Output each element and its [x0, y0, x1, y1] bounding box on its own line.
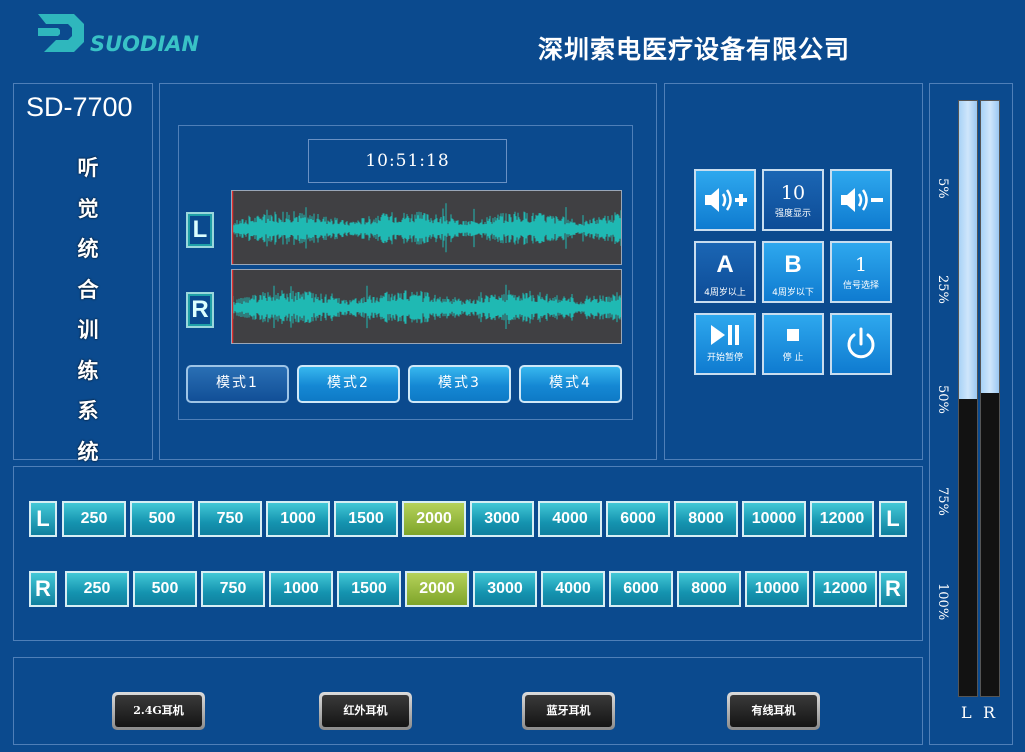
left-freq-250-button[interactable]: 250	[62, 501, 126, 537]
power-button[interactable]	[830, 313, 892, 375]
right-freq-4000-button[interactable]: 4000	[541, 571, 605, 607]
stop-button[interactable]: 停 止	[762, 313, 824, 375]
title-char: 系	[77, 398, 99, 423]
title-char: 统	[77, 438, 99, 464]
right-freq-250-button[interactable]: 250	[65, 571, 129, 607]
title-char: 合	[77, 276, 99, 302]
meter-scale-5: 5%	[935, 178, 950, 199]
right-freq-6000-button[interactable]: 6000	[609, 571, 673, 607]
meter-scale-50: 50%	[935, 385, 950, 414]
mode-3-button[interactable]: 模式3	[408, 365, 511, 403]
meter-scale-75: 75%	[935, 487, 950, 516]
frequency-panel	[13, 466, 923, 641]
left-freq-3000-button[interactable]: 3000	[470, 501, 534, 537]
logo-text: SUODIAN	[90, 32, 200, 56]
earphone-wired-button[interactable]: 有线耳机	[727, 692, 820, 730]
speaker-minus-icon	[841, 188, 883, 212]
stop-label: 停 止	[782, 353, 804, 363]
right-freq-500-button[interactable]: 500	[133, 571, 197, 607]
right-freq-3000-button[interactable]: 3000	[473, 571, 537, 607]
right-level-fill	[981, 101, 999, 393]
left-level-meter	[958, 100, 978, 697]
mode-4-button[interactable]: 模式4	[519, 365, 622, 403]
a-sub-label: 4周岁以上	[704, 288, 746, 298]
left-freq-2000-button[interactable]: 2000	[402, 501, 466, 537]
right-waveform	[231, 269, 622, 344]
title-char: 统	[77, 236, 99, 261]
power-icon	[847, 327, 875, 359]
left-meter-label: L	[961, 703, 972, 722]
b-label: B	[784, 251, 802, 278]
intensity-display: 10 强度显示	[762, 169, 824, 231]
logo-icon	[36, 12, 86, 54]
intensity-label: 强度显示	[774, 209, 811, 219]
earphone-2-4g-button[interactable]: 2.4G耳机	[112, 692, 205, 730]
left-freq-500-button[interactable]: 500	[130, 501, 194, 537]
right-level-meter	[980, 100, 1000, 697]
signal-label: 信号选择	[842, 281, 879, 291]
play-pause-icon	[711, 325, 739, 345]
left-freq-10000-button[interactable]: 10000	[742, 501, 806, 537]
earphone-label: 2.4G耳机	[115, 695, 202, 727]
waveform-trace	[232, 203, 621, 253]
stop-icon	[787, 329, 799, 341]
time-display: 10:51:18	[308, 139, 507, 183]
right-freq-1000-button[interactable]: 1000	[269, 571, 333, 607]
volume-down-button[interactable]	[830, 169, 892, 231]
left-level-fill	[959, 101, 977, 399]
age-below-4-button[interactable]: B 4周岁以下	[762, 241, 824, 303]
left-freq-8000-button[interactable]: 8000	[674, 501, 738, 537]
earphone-infrared-button[interactable]: 红外耳机	[319, 692, 412, 730]
right-freq-750-button[interactable]: 750	[201, 571, 265, 607]
intensity-value: 10	[780, 182, 806, 204]
title-char: 觉	[77, 195, 99, 221]
a-label: A	[716, 251, 734, 278]
left-waveform	[231, 190, 622, 265]
meter-scale-100: 100%	[935, 583, 950, 621]
signal-value: 1	[854, 254, 868, 276]
volume-up-button[interactable]	[694, 169, 756, 231]
right-freq-tag: R	[29, 571, 57, 607]
left-freq-tag-end: L	[879, 501, 907, 537]
meter-scale-25: 25%	[935, 275, 950, 304]
right-freq-8000-button[interactable]: 8000	[677, 571, 741, 607]
model-number: SD-7700	[26, 92, 133, 122]
right-freq-12000-button[interactable]: 12000	[813, 571, 877, 607]
right-freq-tag-end: R	[879, 571, 907, 607]
play-pause-label: 开始暂停	[706, 353, 743, 363]
system-title: 听 觉 统 合 训 练 系 统	[60, 148, 116, 472]
mode-1-button[interactable]: 模式1	[186, 365, 289, 403]
left-freq-1000-button[interactable]: 1000	[266, 501, 330, 537]
right-freq-2000-button[interactable]: 2000	[405, 571, 469, 607]
b-sub-label: 4周岁以下	[772, 288, 814, 298]
earphone-bluetooth-button[interactable]: 蓝牙耳机	[522, 692, 615, 730]
right-meter-label: R	[983, 703, 996, 722]
play-pause-button[interactable]: 开始暂停	[694, 313, 756, 375]
left-freq-6000-button[interactable]: 6000	[606, 501, 670, 537]
mode-2-button[interactable]: 模式2	[297, 365, 400, 403]
waveform-trace	[232, 284, 621, 329]
left-channel-tag: L	[186, 212, 214, 248]
left-freq-4000-button[interactable]: 4000	[538, 501, 602, 537]
title-char: 听	[77, 155, 99, 180]
left-freq-750-button[interactable]: 750	[198, 501, 262, 537]
right-freq-1500-button[interactable]: 1500	[337, 571, 401, 607]
left-freq-12000-button[interactable]: 12000	[810, 501, 874, 537]
company-name: 深圳索电医疗设备有限公司	[538, 35, 851, 64]
age-above-4-button[interactable]: A 4周岁以上	[694, 241, 756, 303]
left-freq-tag: L	[29, 501, 57, 537]
title-char: 训	[77, 317, 99, 342]
right-channel-tag: R	[186, 292, 214, 328]
speaker-plus-icon	[705, 188, 747, 212]
left-freq-1500-button[interactable]: 1500	[334, 501, 398, 537]
earphone-label: 红外耳机	[322, 695, 409, 727]
earphone-label: 蓝牙耳机	[525, 695, 612, 727]
earphone-label: 有线耳机	[730, 695, 817, 727]
right-freq-10000-button[interactable]: 10000	[745, 571, 809, 607]
signal-select-button[interactable]: 1 信号选择	[830, 241, 892, 303]
title-char: 练	[77, 357, 99, 383]
